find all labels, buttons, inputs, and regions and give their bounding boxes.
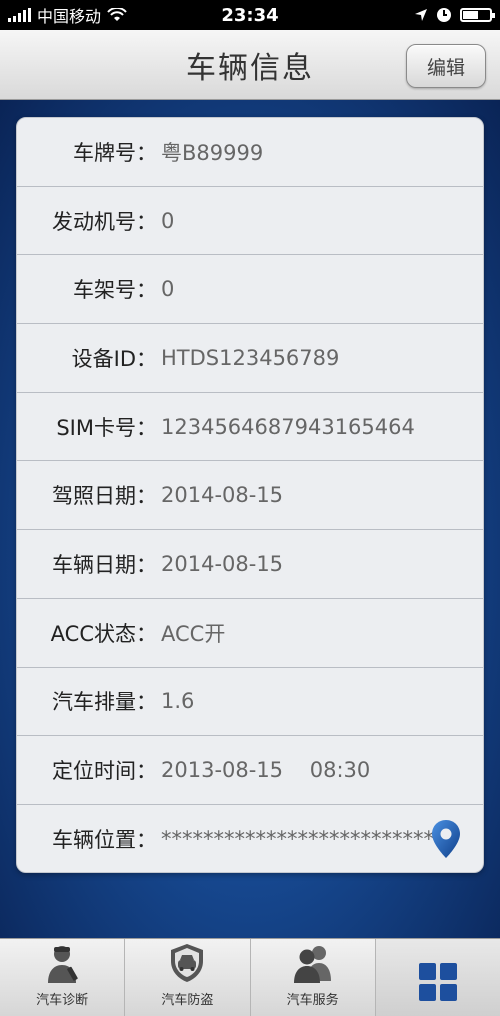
tab-label: 汽车防盗	[161, 993, 214, 1008]
device-id-value: HTDS123456789	[161, 345, 340, 370]
people-icon	[293, 946, 331, 983]
vehicle-location-value: **************************	[161, 827, 434, 852]
engine-number-label: 发动机号：	[52, 209, 157, 234]
map-pin-icon[interactable]	[431, 819, 461, 859]
acc-status-label: ACC状态：	[50, 621, 157, 646]
device-id-label: 设备ID：	[71, 346, 157, 371]
vehicle-location-label: 车辆位置：	[52, 828, 157, 853]
status-bar: 中国移动 23:34	[0, 0, 500, 30]
battery-fill	[463, 11, 479, 19]
tab-car-diagnosis[interactable]: 汽车诊断	[0, 939, 126, 1016]
info-row-engine: 发动机号： 0	[17, 187, 483, 256]
frame-number-label: 车架号：	[73, 278, 157, 303]
status-time: 23:34	[221, 4, 279, 26]
plate-label: 车牌号：	[73, 140, 157, 165]
tab-more[interactable]	[375, 939, 500, 1016]
location-time-label: 定位时间：	[52, 759, 157, 784]
car-shield-icon	[171, 944, 204, 982]
plate-value: 粤B89999	[161, 140, 264, 165]
info-row-frame: 车架号： 0	[17, 255, 483, 325]
mechanic-icon	[48, 946, 78, 983]
tab-car-antitheft[interactable]: 汽车防盗	[125, 939, 251, 1016]
license-date-value: 2014-08-15	[161, 483, 284, 508]
clock-icon	[437, 8, 451, 22]
info-row-displacement: 汽车排量： 1.6	[17, 668, 483, 737]
location-time-value: 2013-08-15 08:30	[161, 758, 371, 783]
tab-bar: 汽车诊断 汽车防盗 汽车服务	[0, 938, 500, 1016]
info-row-acc: ACC状态： ACC开	[17, 599, 483, 668]
location-arrow-icon	[415, 9, 427, 21]
status-right	[414, 7, 495, 23]
info-row-license-date: 驾照日期： 2014-08-15	[17, 461, 483, 531]
info-row-sim: SIM卡号： 1234564687943165464	[17, 393, 483, 462]
signal-icon	[8, 8, 31, 22]
vehicle-info-card: 车牌号： 粤B89999 发动机号： 0 车架号： 0 设备ID： HTDS12…	[16, 117, 484, 873]
info-row-vehicle-location[interactable]: 车辆位置： **************************	[17, 805, 483, 872]
wifi-icon	[107, 8, 127, 21]
nav-bar: 车辆信息 编辑	[0, 30, 500, 100]
license-date-label: 驾照日期：	[52, 484, 157, 509]
status-left: 中国移动	[8, 3, 127, 27]
info-row-location-time: 定位时间： 2013-08-15 08:30	[17, 736, 483, 805]
vehicle-date-label: 车辆日期：	[52, 552, 157, 577]
displacement-label: 汽车排量：	[52, 690, 157, 715]
info-row-vehicle-date: 车辆日期： 2014-08-15	[17, 530, 483, 599]
page-title: 车辆信息	[186, 50, 314, 86]
tab-label: 汽车诊断	[36, 993, 89, 1008]
sim-number-label: SIM卡号：	[56, 415, 157, 440]
acc-status-value: ACC开	[161, 621, 226, 646]
engine-number-value: 0	[161, 208, 175, 233]
tab-car-service[interactable]: 汽车服务	[251, 939, 376, 1016]
tab-label: 汽车服务	[286, 993, 339, 1008]
info-row-plate: 车牌号： 粤B89999	[17, 118, 483, 187]
sim-number-value: 1234564687943165464	[161, 414, 415, 439]
battery-icon	[460, 8, 495, 22]
vehicle-date-value: 2014-08-15	[161, 551, 284, 576]
grid-icon	[418, 963, 457, 1001]
displacement-value: 1.6	[161, 689, 195, 714]
carrier-name: 中国移动	[37, 7, 102, 26]
info-row-device: 设备ID： HTDS123456789	[17, 324, 483, 393]
frame-number-value: 0	[161, 277, 175, 302]
edit-button[interactable]: 编辑	[406, 44, 486, 88]
